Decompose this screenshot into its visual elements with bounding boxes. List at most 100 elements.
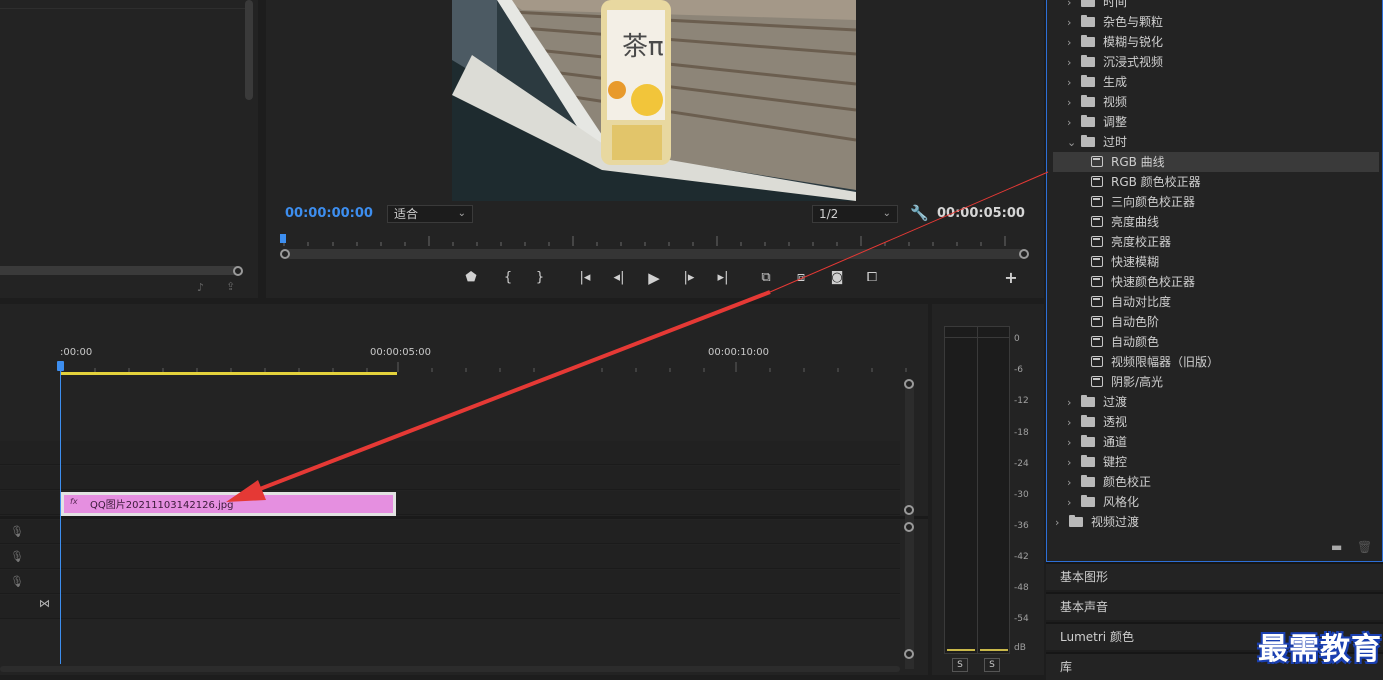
video-track-2[interactable] — [0, 466, 900, 490]
fit-select[interactable]: 适合 ⌄ — [387, 205, 473, 223]
mark-in-button[interactable]: { — [498, 268, 518, 288]
microphone-icon[interactable]: 🎙 — [10, 575, 24, 588]
effects-folder[interactable]: › 过渡 — [1053, 392, 1379, 412]
wrench-icon[interactable]: 🔧 — [910, 204, 929, 222]
microphone-icon[interactable]: 🎙 — [10, 525, 24, 538]
chevron-right-icon[interactable]: › — [1067, 473, 1081, 493]
effect-item[interactable]: 自动颜色 — [1053, 332, 1379, 352]
chevron-right-icon[interactable]: › — [1067, 53, 1081, 73]
chevron-down-icon[interactable]: ⌄ — [1067, 133, 1081, 153]
microphone-icon[interactable]: 🎙 — [10, 550, 24, 563]
project-horizontal-scrollbar[interactable] — [0, 266, 238, 275]
add-marker-button[interactable]: ⬟ — [461, 268, 481, 288]
timeline-horizontal-scrollbar[interactable] — [0, 666, 900, 672]
effect-icon — [1091, 176, 1103, 187]
effect-item[interactable]: 三向颜色校正器 — [1053, 192, 1379, 212]
extract-button[interactable]: ⧈ — [791, 268, 811, 288]
timeline-playhead-line[interactable] — [60, 364, 61, 664]
share-icon[interactable]: ⇪ — [226, 280, 235, 293]
audio-track-2[interactable] — [0, 545, 900, 569]
clip-body[interactable]: fx QQ图片20211103142126.jpg — [64, 495, 393, 513]
effect-item[interactable]: 视频限幅器（旧版） — [1053, 352, 1379, 372]
step-back-button[interactable]: ◂| — [609, 268, 629, 288]
new-bin-folder-icon[interactable]: ▬ — [1331, 540, 1342, 554]
scroll-start-handle[interactable] — [280, 249, 290, 259]
chevron-right-icon[interactable]: › — [1067, 113, 1081, 133]
step-forward-button[interactable]: |▸ — [679, 268, 699, 288]
audio-track-1[interactable] — [0, 520, 900, 544]
effect-item[interactable]: RGB 曲线 — [1053, 152, 1379, 172]
chevron-right-icon[interactable]: › — [1067, 33, 1081, 53]
audio-track-3[interactable] — [0, 570, 900, 594]
effects-folder[interactable]: › 生成 — [1053, 72, 1379, 92]
effect-item[interactable]: 亮度校正器 — [1053, 232, 1379, 252]
trash-icon[interactable]: 🗑 — [1357, 540, 1372, 554]
chevron-right-icon[interactable]: › — [1067, 433, 1081, 453]
scroll-handle[interactable] — [904, 649, 914, 659]
solo-right-button[interactable]: S — [984, 658, 1000, 672]
timeline-time-ruler[interactable] — [60, 362, 910, 372]
chevron-right-icon[interactable]: › — [1067, 393, 1081, 413]
effect-item[interactable]: RGB 颜色校正器 — [1053, 172, 1379, 192]
effects-folder[interactable]: › 模糊与锐化 — [1053, 32, 1379, 52]
effects-folder[interactable]: › 调整 — [1053, 112, 1379, 132]
mark-out-button[interactable]: } — [530, 268, 550, 288]
effects-folder[interactable]: › 视频过渡 — [1053, 512, 1379, 532]
video-audio-divider[interactable] — [0, 516, 928, 519]
panel-essential-sound[interactable]: 基本声音 — [1046, 592, 1383, 620]
effect-item[interactable]: 快速颜色校正器 — [1053, 272, 1379, 292]
master-track[interactable] — [0, 595, 900, 619]
play-button[interactable]: ▶ — [644, 268, 664, 288]
current-timecode[interactable]: 00:00:00:00 — [285, 206, 373, 221]
chevron-right-icon[interactable]: › — [1067, 13, 1081, 33]
video-track-3[interactable] — [0, 441, 900, 465]
effect-item[interactable]: 阴影/高光 — [1053, 372, 1379, 392]
scroll-handle[interactable] — [904, 379, 914, 389]
panel-essential-graphics[interactable]: 基本图形 — [1046, 562, 1383, 590]
monitor-playhead[interactable] — [280, 234, 286, 243]
monitor-scroll-bar[interactable] — [284, 249, 1024, 259]
effect-item[interactable]: 亮度曲线 — [1053, 212, 1379, 232]
video-frame-image: 茶π — [452, 0, 856, 201]
effect-item[interactable]: 自动对比度 — [1053, 292, 1379, 312]
chevron-right-icon[interactable]: › — [1067, 73, 1081, 93]
timeline-clip[interactable]: fx QQ图片20211103142126.jpg — [61, 492, 396, 516]
work-area-bar[interactable] — [61, 372, 397, 375]
effects-folder[interactable]: › 时间 — [1053, 0, 1379, 12]
add-button-plus-icon[interactable]: + — [1001, 268, 1021, 288]
effect-item[interactable]: 快速模糊 — [1053, 252, 1379, 272]
effects-folder[interactable]: › 风格化 — [1053, 492, 1379, 512]
effects-folder[interactable]: ⌄ 过时 — [1053, 132, 1379, 152]
effects-folder[interactable]: › 键控 — [1053, 452, 1379, 472]
effects-folder[interactable]: › 杂色与颗粒 — [1053, 12, 1379, 32]
effect-item[interactable]: 自动色阶 — [1053, 312, 1379, 332]
effects-folder[interactable]: › 沉浸式视频 — [1053, 52, 1379, 72]
master-bowtie-icon[interactable]: ⋈ — [39, 597, 50, 610]
effects-folder[interactable]: › 视频 — [1053, 92, 1379, 112]
effects-folder[interactable]: › 颜色校正 — [1053, 472, 1379, 492]
scroll-handle[interactable] — [904, 522, 914, 532]
chevron-right-icon[interactable]: › — [1067, 493, 1081, 513]
effects-folder[interactable]: › 通道 — [1053, 432, 1379, 452]
solo-left-button[interactable]: S — [952, 658, 968, 672]
music-icon[interactable]: ♪ — [197, 281, 204, 294]
project-vertical-scrollbar[interactable] — [245, 0, 253, 100]
chevron-right-icon[interactable]: › — [1067, 93, 1081, 113]
export-frame-camera-icon[interactable]: ◙ — [827, 268, 847, 288]
scroll-end-handle[interactable] — [1019, 249, 1029, 259]
meter-label: -18 — [1014, 428, 1029, 438]
go-to-out-button[interactable]: ▸| — [713, 268, 733, 288]
folder-icon — [1081, 395, 1095, 407]
effects-folder[interactable]: › 透视 — [1053, 412, 1379, 432]
chevron-right-icon[interactable]: › — [1055, 513, 1069, 533]
chevron-right-icon[interactable]: › — [1067, 453, 1081, 473]
zoom-handle[interactable] — [233, 266, 243, 276]
timeline-playhead[interactable] — [57, 361, 64, 371]
go-to-in-button[interactable]: |◂ — [575, 268, 595, 288]
comparison-view-button[interactable]: ⧠ — [862, 268, 882, 288]
monitor-time-ruler[interactable] — [280, 234, 1024, 246]
chevron-right-icon[interactable]: › — [1067, 413, 1081, 433]
resolution-select[interactable]: 1/2 ⌄ — [812, 205, 898, 223]
lift-button[interactable]: ⧉ — [756, 268, 776, 288]
scroll-handle[interactable] — [904, 505, 914, 515]
